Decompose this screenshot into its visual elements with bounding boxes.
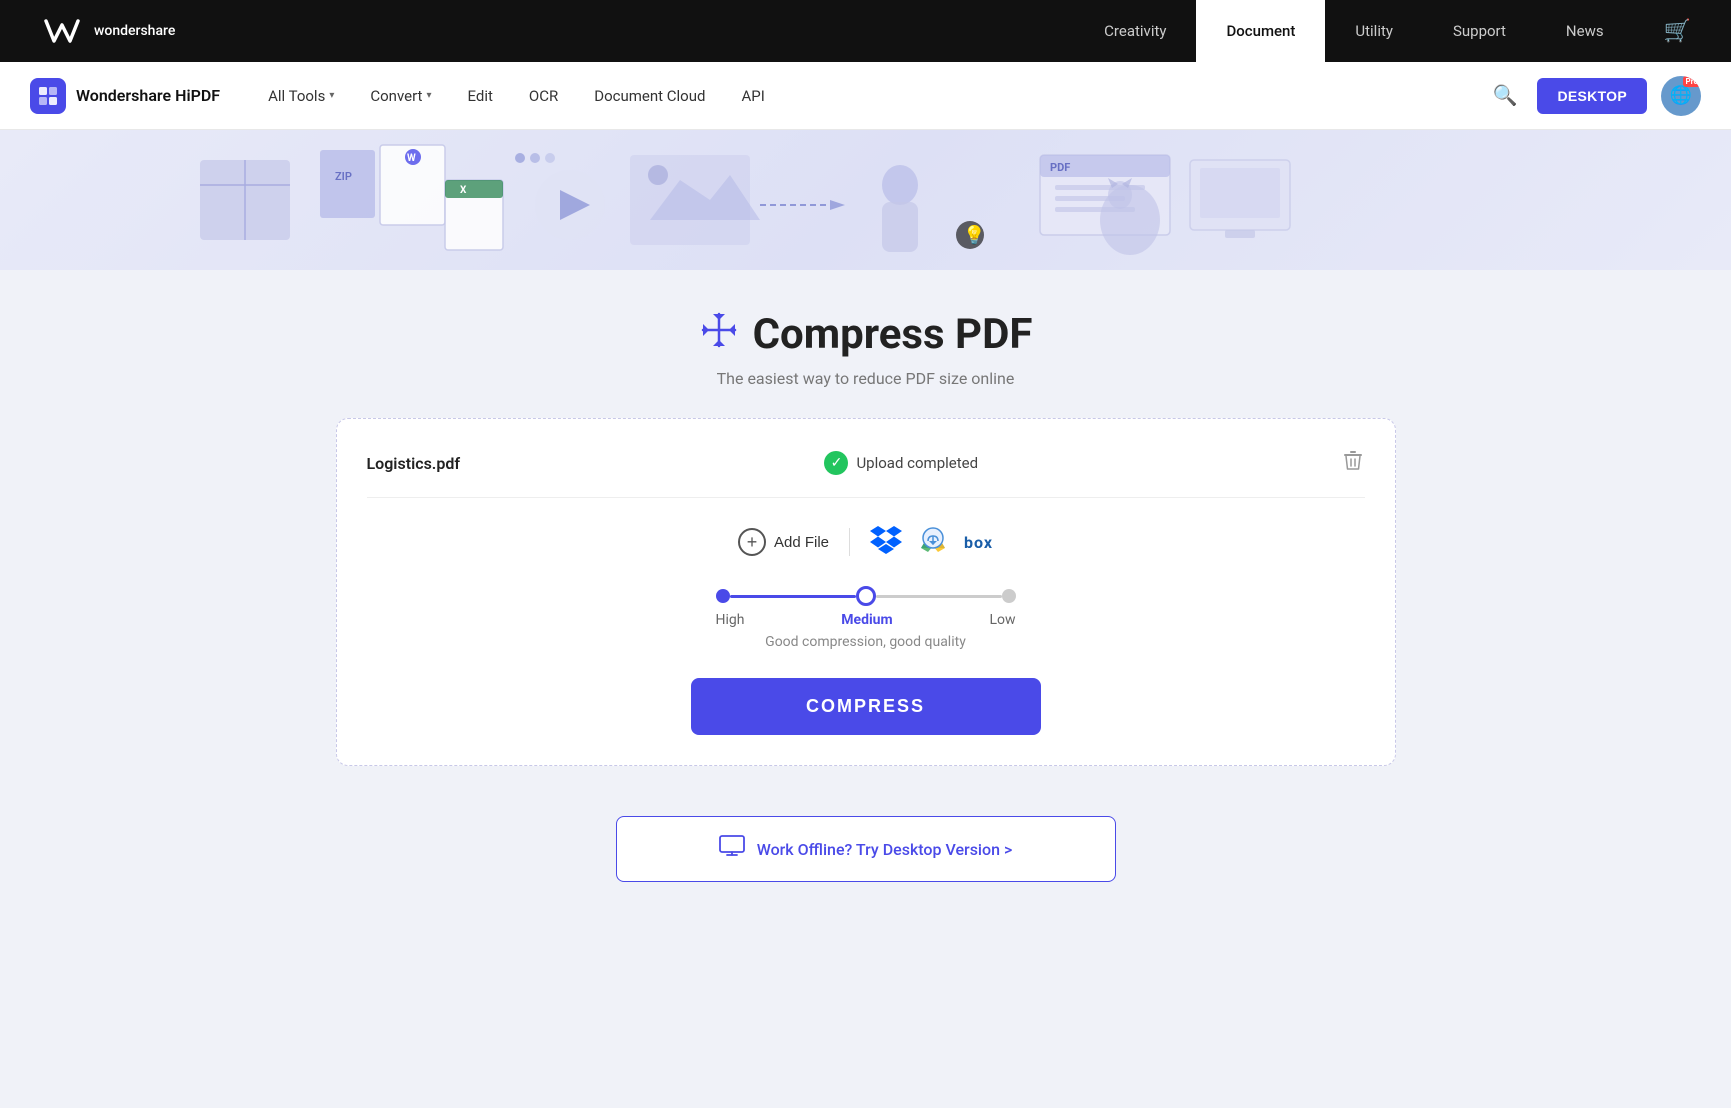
search-button[interactable]: 🔍 <box>1487 77 1524 114</box>
compression-selector: High Medium Low Good compression, good q… <box>367 586 1365 650</box>
hipdf-icon <box>30 78 66 114</box>
google-drive-icon[interactable] <box>918 526 948 558</box>
add-file-label: Add File <box>774 534 829 551</box>
hero-illustration: ZIP W X 💡 PDF <box>0 130 1731 270</box>
plus-circle-icon: + <box>738 528 766 556</box>
svg-text:W: W <box>407 153 416 164</box>
cloud-icons: box <box>870 526 993 558</box>
nav-document-cloud[interactable]: Document Cloud <box>576 62 723 130</box>
compression-medium-dot[interactable] <box>856 586 876 606</box>
nav-news[interactable]: News <box>1536 0 1634 62</box>
cart-icon[interactable]: 🛒 <box>1664 19 1691 44</box>
compression-label-high: High <box>716 612 745 628</box>
nav-convert[interactable]: Convert ▾ <box>352 62 449 130</box>
nav-utility[interactable]: Utility <box>1325 0 1423 62</box>
upload-status-text: Upload completed <box>856 454 978 472</box>
add-file-row: + Add File <box>367 526 1365 558</box>
file-area: Logistics.pdf ✓ Upload completed <box>336 418 1396 766</box>
top-nav-links: Creativity Document Utility Support News <box>1074 0 1633 62</box>
nav-support[interactable]: Support <box>1423 0 1536 62</box>
page-title: Compress PDF <box>336 310 1396 359</box>
sec-nav-items: All Tools ▾ Convert ▾ Edit OCR Document … <box>250 62 1486 130</box>
offline-text: Work Offline? Try Desktop Version > <box>757 840 1013 859</box>
file-header: Logistics.pdf ✓ Upload completed <box>367 449 1365 498</box>
compression-high-dot[interactable] <box>716 589 730 603</box>
svg-text:ZIP: ZIP <box>335 170 352 183</box>
sec-nav-right: 🔍 DESKTOP 🌐 Pro <box>1487 76 1701 116</box>
nav-document[interactable]: Document <box>1196 0 1325 62</box>
box-icon[interactable]: box <box>964 533 993 552</box>
chevron-down-icon: ▾ <box>329 90 334 101</box>
desktop-button[interactable]: DESKTOP <box>1537 78 1647 114</box>
trash-icon <box>1342 454 1364 476</box>
nav-creativity[interactable]: Creativity <box>1074 0 1196 62</box>
compression-label-medium: Medium <box>841 612 892 628</box>
compress-button[interactable]: COMPRESS <box>691 678 1041 735</box>
file-name: Logistics.pdf <box>367 454 461 473</box>
compression-track <box>716 586 1016 606</box>
track-line-left <box>730 595 856 598</box>
nav-api[interactable]: API <box>723 62 782 130</box>
nav-edit[interactable]: Edit <box>449 62 510 130</box>
monitor-icon <box>719 835 745 863</box>
search-icon: 🔍 <box>1493 85 1518 107</box>
chevron-down-icon: ▾ <box>426 90 431 101</box>
compression-low-dot[interactable] <box>1002 589 1016 603</box>
page-title-section: Compress PDF The easiest way to reduce P… <box>336 310 1396 388</box>
hero-banner: ZIP W X 💡 PDF <box>0 130 1731 270</box>
compression-label-low: Low <box>989 612 1015 628</box>
delete-button[interactable] <box>1342 449 1364 477</box>
offline-banner[interactable]: Work Offline? Try Desktop Version > <box>616 816 1116 882</box>
top-navigation: wondershare Creativity Document Utility … <box>0 0 1731 62</box>
hipdf-brand[interactable]: Wondershare HiPDF <box>30 78 220 114</box>
svg-text:💡: 💡 <box>963 224 985 246</box>
compression-labels: High Medium Low <box>716 612 1016 628</box>
compression-description: Good compression, good quality <box>765 634 966 650</box>
logo[interactable]: wondershare <box>40 13 175 49</box>
pro-badge: Pro <box>1683 76 1701 88</box>
nav-ocr[interactable]: OCR <box>511 62 576 130</box>
dropbox-icon[interactable] <box>870 526 902 558</box>
svg-text:PDF: PDF <box>1050 161 1070 174</box>
hipdf-name: Wondershare HiPDF <box>76 86 220 105</box>
page-subtitle: The easiest way to reduce PDF size onlin… <box>336 369 1396 388</box>
add-file-button[interactable]: + Add File <box>738 528 829 556</box>
track-line-right <box>876 595 1002 598</box>
avatar-image: 🌐 <box>1670 85 1692 106</box>
check-circle-icon: ✓ <box>824 451 848 475</box>
divider <box>849 528 850 556</box>
avatar[interactable]: 🌐 Pro <box>1661 76 1701 116</box>
upload-status: ✓ Upload completed <box>824 451 978 475</box>
compress-icon <box>699 310 739 359</box>
svg-text:X: X <box>460 185 467 196</box>
secondary-navigation: Wondershare HiPDF All Tools ▾ Convert ▾ … <box>0 62 1731 130</box>
logo-text: wondershare <box>94 23 175 39</box>
page-title-text: Compress PDF <box>753 310 1033 359</box>
nav-all-tools[interactable]: All Tools ▾ <box>250 62 352 130</box>
main-content: Compress PDF The easiest way to reduce P… <box>316 270 1416 942</box>
